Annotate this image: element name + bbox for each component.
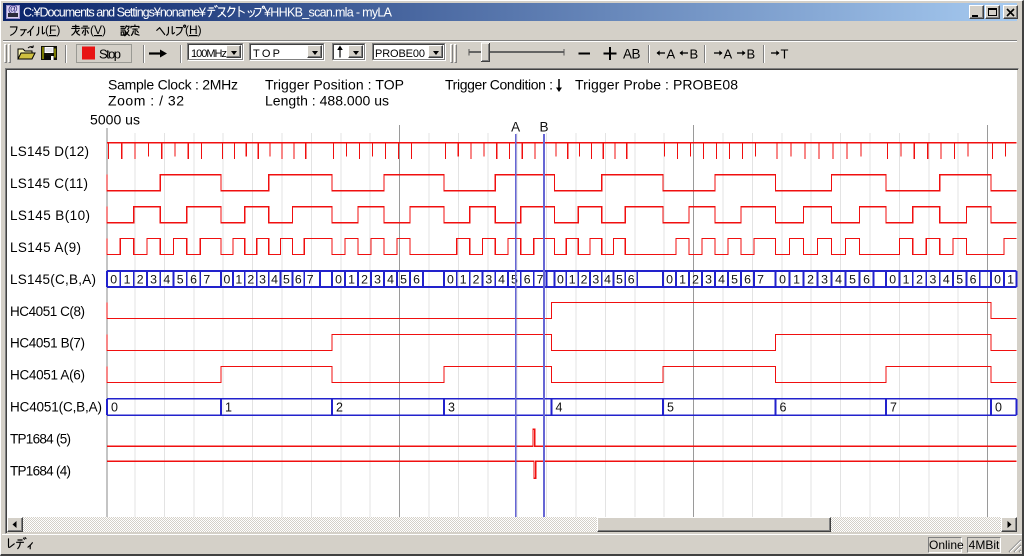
svg-text:TP1684 (4): TP1684 (4) xyxy=(10,464,71,479)
svg-text:2: 2 xyxy=(336,400,343,414)
svg-text:2: 2 xyxy=(581,272,588,286)
svg-text:1: 1 xyxy=(225,400,232,414)
svg-text:7: 7 xyxy=(890,400,897,414)
svg-text:4: 4 xyxy=(835,272,842,286)
svg-text:2: 2 xyxy=(916,272,923,286)
svg-text:LS145 D(12): LS145 D(12) xyxy=(10,144,89,159)
svg-text:LS145 A(9): LS145 A(9) xyxy=(10,240,81,255)
svg-text:4: 4 xyxy=(718,272,725,286)
svg-text:5: 5 xyxy=(616,272,623,286)
svg-text:5: 5 xyxy=(283,272,290,286)
svg-text:0: 0 xyxy=(335,272,342,286)
svg-text:5: 5 xyxy=(731,272,738,286)
svg-text:Trigger Condition :: Trigger Condition : xyxy=(445,77,553,93)
svg-text:0: 0 xyxy=(447,272,454,286)
svg-text:1: 1 xyxy=(460,272,467,286)
svg-text:HC4051 A(6): HC4051 A(6) xyxy=(10,368,85,383)
svg-text:4: 4 xyxy=(943,272,950,286)
svg-text:6: 6 xyxy=(863,272,870,286)
svg-text:3: 3 xyxy=(821,272,828,286)
svg-text:HC4051 B(7): HC4051 B(7) xyxy=(10,336,85,351)
svg-text:3: 3 xyxy=(485,272,492,286)
svg-text:0: 0 xyxy=(994,272,1001,286)
svg-text:Trigger Probe : PROBE08: Trigger Probe : PROBE08 xyxy=(575,77,738,93)
svg-text:4: 4 xyxy=(271,272,278,286)
svg-text:3: 3 xyxy=(592,272,599,286)
svg-text:0: 0 xyxy=(995,400,1002,414)
svg-text:LS145 B(10): LS145 B(10) xyxy=(10,208,90,223)
svg-text:7: 7 xyxy=(307,272,314,286)
svg-text:6: 6 xyxy=(524,272,531,286)
svg-text:0: 0 xyxy=(111,400,118,414)
svg-text:7: 7 xyxy=(203,272,210,286)
svg-text:HC4051 C(8): HC4051 C(8) xyxy=(10,304,85,319)
svg-text:HC4051(C,B,A): HC4051(C,B,A) xyxy=(10,400,102,415)
svg-text:4: 4 xyxy=(163,272,170,286)
svg-text:0: 0 xyxy=(557,272,564,286)
svg-text:2: 2 xyxy=(807,272,814,286)
svg-text:3: 3 xyxy=(150,272,157,286)
svg-text:5: 5 xyxy=(956,272,963,286)
svg-text:3: 3 xyxy=(374,272,381,286)
svg-text:2: 2 xyxy=(473,272,480,286)
svg-text:5: 5 xyxy=(511,272,518,286)
svg-text:LS145(C,B,A): LS145(C,B,A) xyxy=(10,272,96,287)
svg-text:0: 0 xyxy=(666,272,673,286)
svg-text:0: 0 xyxy=(223,272,230,286)
svg-text:Sample Clock : 2MHz: Sample Clock : 2MHz xyxy=(108,77,238,93)
svg-text:6: 6 xyxy=(780,400,787,414)
svg-text:4: 4 xyxy=(387,272,394,286)
svg-text:6: 6 xyxy=(744,272,751,286)
svg-text:Trigger Position : TOP: Trigger Position : TOP xyxy=(265,77,404,93)
svg-text:4: 4 xyxy=(604,272,611,286)
svg-text:5: 5 xyxy=(667,400,674,414)
svg-text:7: 7 xyxy=(757,272,764,286)
svg-text:7: 7 xyxy=(537,272,544,286)
svg-text:2: 2 xyxy=(692,272,699,286)
svg-text:2: 2 xyxy=(361,272,368,286)
svg-text:5000 us: 5000 us xyxy=(90,112,140,128)
svg-text:B: B xyxy=(539,120,548,135)
svg-text:TP1684 (5): TP1684 (5) xyxy=(10,432,71,447)
svg-text:5: 5 xyxy=(177,272,184,286)
svg-text:3: 3 xyxy=(929,272,936,286)
svg-text:3: 3 xyxy=(259,272,266,286)
svg-text:2: 2 xyxy=(247,272,254,286)
svg-text:1: 1 xyxy=(1007,272,1014,286)
svg-text:4: 4 xyxy=(498,272,505,286)
svg-text:1: 1 xyxy=(235,272,242,286)
svg-text:Zoom : / 32: Zoom : / 32 xyxy=(108,93,184,109)
svg-text:6: 6 xyxy=(295,272,302,286)
svg-text:6: 6 xyxy=(970,272,977,286)
svg-text:Length : 488.000 us: Length : 488.000 us xyxy=(265,93,389,109)
svg-text:3: 3 xyxy=(705,272,712,286)
svg-text:3: 3 xyxy=(448,400,455,414)
svg-text:A: A xyxy=(511,120,520,135)
svg-text:1: 1 xyxy=(793,272,800,286)
svg-text:1: 1 xyxy=(679,272,686,286)
svg-text:1: 1 xyxy=(569,272,576,286)
svg-text:5: 5 xyxy=(849,272,856,286)
svg-text:0: 0 xyxy=(889,272,896,286)
svg-text:1: 1 xyxy=(348,272,355,286)
svg-text:1: 1 xyxy=(124,272,131,286)
svg-text:4: 4 xyxy=(556,400,563,414)
svg-text:1: 1 xyxy=(903,272,910,286)
svg-text:6: 6 xyxy=(628,272,635,286)
svg-text:6: 6 xyxy=(190,272,197,286)
svg-text:2: 2 xyxy=(137,272,144,286)
svg-text:6: 6 xyxy=(413,272,420,286)
svg-text:0: 0 xyxy=(779,272,786,286)
svg-text:5: 5 xyxy=(400,272,407,286)
svg-text:0: 0 xyxy=(110,272,117,286)
svg-text:LS145 C(11): LS145 C(11) xyxy=(10,176,88,191)
